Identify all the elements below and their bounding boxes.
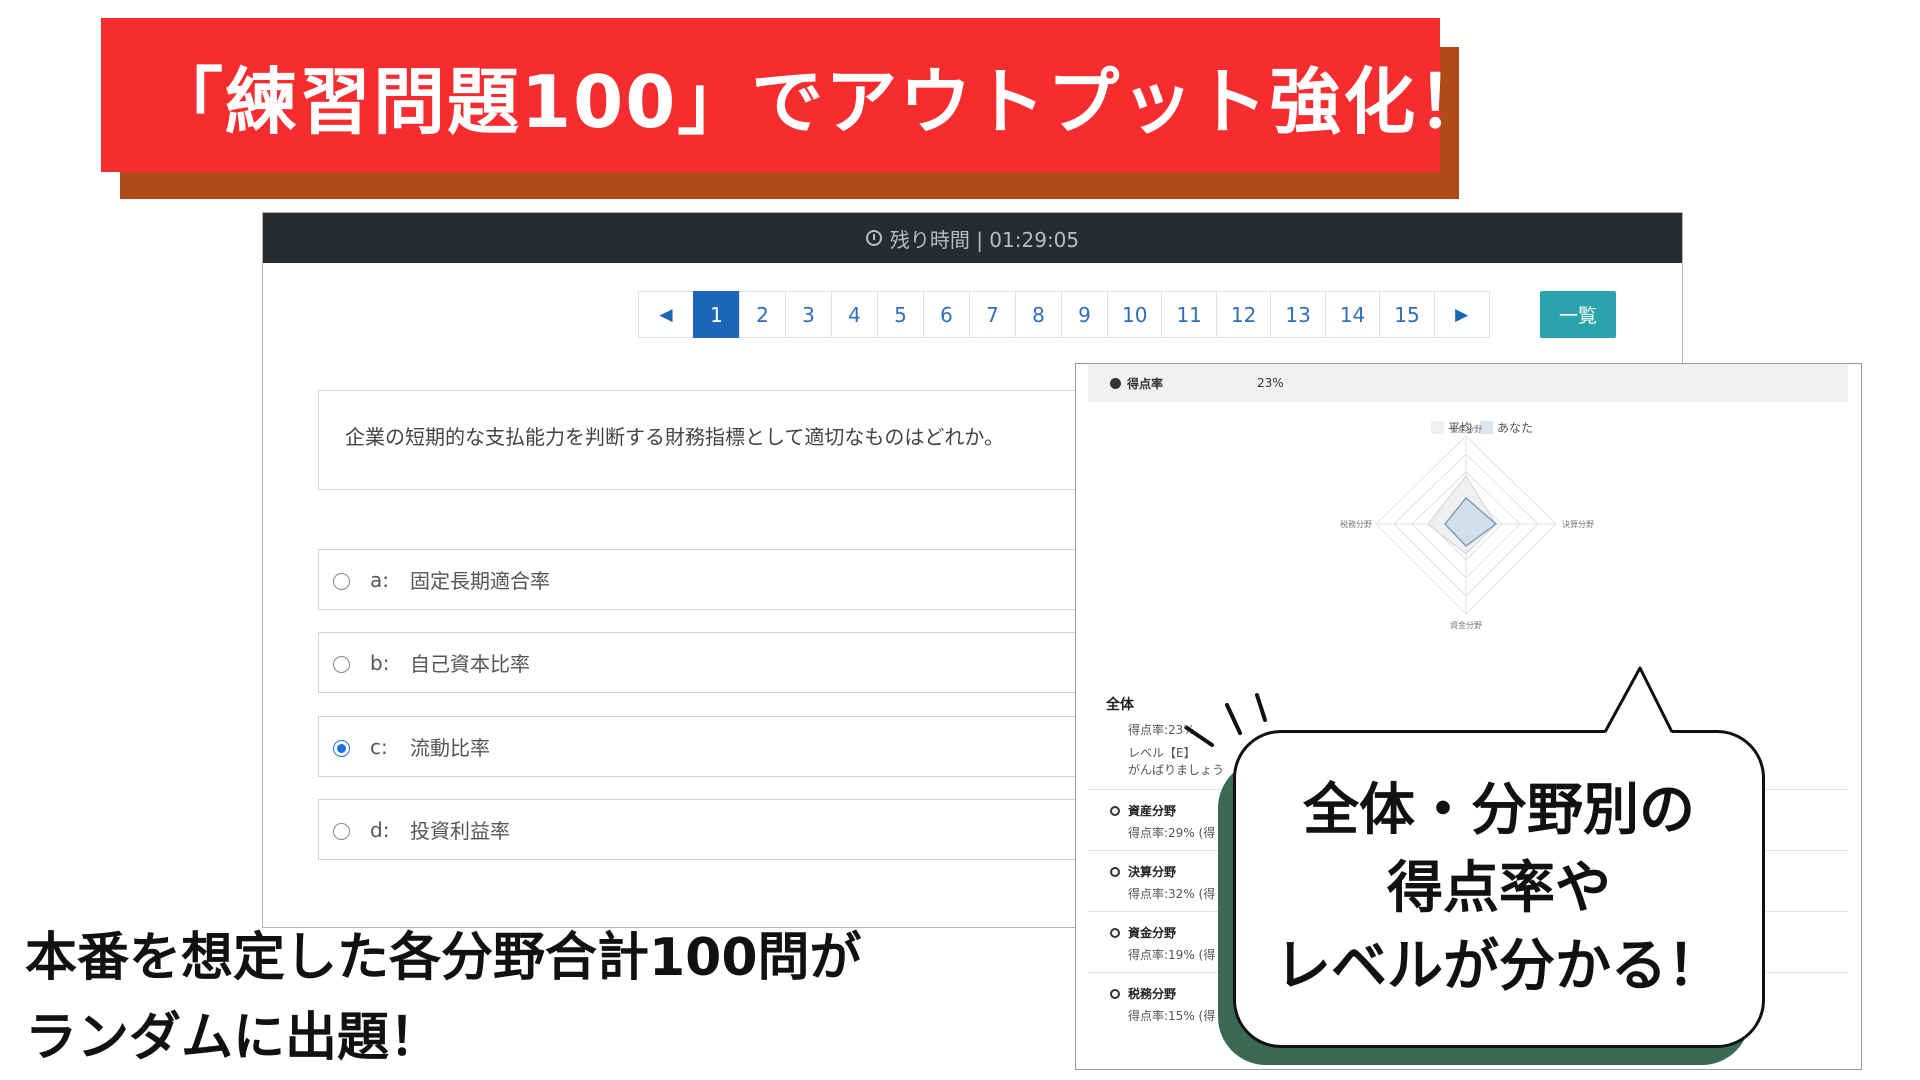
caption-line-2: ランダムに出題！	[25, 1008, 442, 1068]
page-button-9[interactable]: 9	[1061, 291, 1108, 338]
prev-page-button[interactable]: ◀	[638, 291, 694, 338]
score-rate-bar: 得点率 23%	[1088, 364, 1848, 402]
option-key: a:	[370, 567, 389, 592]
timer-label: 残り時間 | 01:29:05	[889, 227, 1080, 252]
field-title: 税務分野	[1128, 987, 1177, 1001]
radar-axis-top: 資産分野	[1450, 424, 1482, 434]
radio-d[interactable]	[333, 823, 350, 840]
field-title: 決算分野	[1128, 865, 1177, 879]
bubble-text: 全体・分野別の 得点率や レベルが分かる！	[1275, 772, 1723, 1006]
caption: 本番を想定した各分野合計100問が ランダムに出題！	[25, 918, 862, 1078]
speech-bubble: 全体・分野別の 得点率や レベルが分かる！	[1233, 730, 1765, 1048]
score-rate-label: 得点率	[1127, 376, 1164, 391]
option-text: 自己資本比率	[410, 652, 530, 676]
page-button-4[interactable]: 4	[831, 291, 878, 338]
radar-axis-bottom: 資金分野	[1450, 620, 1482, 630]
page-button-12[interactable]: 12	[1215, 291, 1272, 338]
bubble-line-1: 全体・分野別の	[1303, 778, 1695, 843]
ring-icon	[1110, 927, 1120, 938]
ring-icon	[1110, 988, 1120, 999]
page-button-5[interactable]: 5	[877, 291, 924, 338]
question-pagination: ◀ 1 2 3 4 5 6 7 8 9 10 11 12 13 14 15 ▶	[638, 291, 1490, 338]
ring-icon	[1110, 805, 1120, 816]
option-text: 流動比率	[410, 736, 490, 760]
page-button-15[interactable]: 15	[1379, 291, 1435, 338]
clock-icon	[865, 230, 882, 246]
bubble-line-2: 得点率や	[1387, 856, 1611, 921]
timer-bar: 残り時間 | 01:29:05	[263, 213, 1682, 263]
option-text: 固定長期適合率	[410, 569, 550, 593]
field-title: 資産分野	[1128, 804, 1177, 818]
page-button-11[interactable]: 11	[1161, 291, 1217, 338]
page-button-6[interactable]: 6	[923, 291, 970, 338]
banner: 「練習問題100」でアウトプット強化！	[101, 18, 1489, 172]
page-button-13[interactable]: 13	[1270, 291, 1326, 338]
radio-a[interactable]	[333, 573, 350, 590]
field-title: 資金分野	[1128, 926, 1177, 940]
caption-line-1: 本番を想定した各分野合計100問が	[25, 928, 862, 988]
promo-stage: 「練習問題100」でアウトプット強化！ 残り時間 | 01:29:05 ◀ 1 …	[0, 0, 1920, 1080]
banner-title: 「練習問題100」でアウトプット強化！	[151, 59, 1492, 144]
radar-axis-left: 税務分野	[1340, 519, 1372, 529]
page-button-10[interactable]: 10	[1107, 291, 1163, 338]
radar-chart: 資産分野 決算分野 資金分野 税務分野	[1340, 424, 1594, 630]
page-button-1[interactable]: 1	[693, 291, 740, 338]
page-button-3[interactable]: 3	[785, 291, 832, 338]
next-page-button[interactable]: ▶	[1433, 291, 1490, 338]
radio-c[interactable]	[333, 740, 350, 757]
pie-chart-icon	[1110, 377, 1121, 389]
page-button-7[interactable]: 7	[969, 291, 1016, 338]
option-key: b:	[370, 650, 390, 675]
ring-icon	[1110, 866, 1120, 877]
score-rate-value: 23%	[1257, 376, 1284, 390]
option-text: 投資利益率	[410, 819, 510, 843]
radio-b[interactable]	[333, 656, 350, 673]
option-key: d:	[370, 817, 390, 842]
list-button[interactable]: 一覧	[1540, 291, 1616, 338]
radar-axis-right: 決算分野	[1562, 519, 1594, 529]
page-button-2[interactable]: 2	[739, 291, 786, 338]
page-button-8[interactable]: 8	[1015, 291, 1062, 338]
overall-title: 全体	[1106, 697, 1134, 713]
bubble-line-3: レベルが分かる！	[1275, 934, 1723, 999]
page-button-14[interactable]: 14	[1324, 291, 1381, 338]
option-key: c:	[370, 734, 388, 759]
